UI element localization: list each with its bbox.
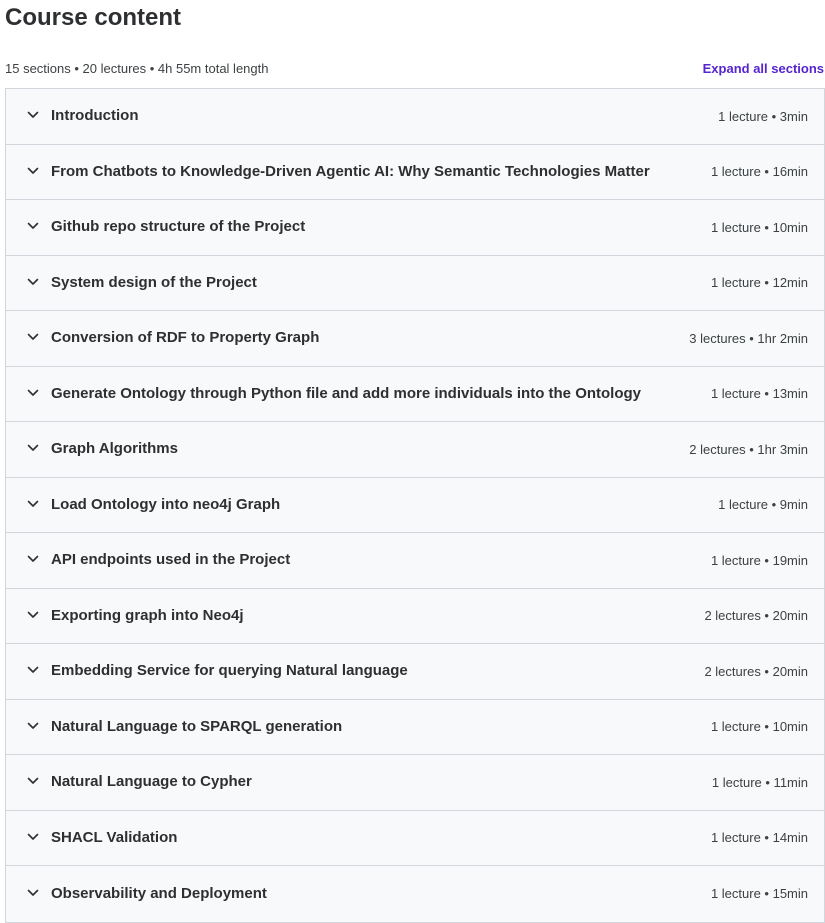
section-meta: 1 lecture • 10min bbox=[710, 219, 808, 235]
section-row[interactable]: SHACL Validation 1 lecture • 14min bbox=[6, 811, 824, 866]
section-title: Generate Ontology through Python file an… bbox=[51, 384, 642, 402]
course-content-panel: Course content 15 sections • 20 lectures… bbox=[0, 0, 825, 923]
chevron-down-icon bbox=[26, 164, 40, 178]
section-meta: 1 lecture • 16min bbox=[710, 164, 808, 180]
section-title: Github repo structure of the Project bbox=[51, 218, 306, 236]
chevron-down-icon bbox=[26, 330, 40, 344]
section-meta: 3 lectures • 1hr 2min bbox=[689, 330, 808, 346]
section-meta: 2 lectures • 20min bbox=[704, 608, 808, 624]
section-row[interactable]: Github repo structure of the Project 1 le… bbox=[6, 200, 824, 256]
section-meta: 1 lecture • 12min bbox=[710, 275, 808, 291]
chevron-down-icon bbox=[26, 608, 40, 622]
course-summary-bar: 15 sections • 20 lectures • 4h 55m total… bbox=[5, 58, 825, 78]
section-meta: 1 lecture • 13min bbox=[710, 386, 808, 402]
section-row[interactable]: API endpoints used in the Project 1 lectu… bbox=[6, 533, 824, 589]
section-meta: 1 lecture • 11min bbox=[711, 774, 808, 790]
chevron-down-icon bbox=[26, 830, 40, 844]
section-row[interactable]: Introduction 1 lecture • 3min bbox=[6, 89, 824, 145]
chevron-down-icon bbox=[26, 497, 40, 511]
section-row[interactable]: Load Ontology into neo4j Graph 1 lecture … bbox=[6, 478, 824, 533]
section-title: Observability and Deployment bbox=[51, 884, 267, 902]
sections-list: Introduction 1 lecture • 3min From Chatbo… bbox=[5, 88, 825, 923]
section-row[interactable]: Observability and Deployment 1 lecture • … bbox=[6, 866, 824, 922]
chevron-down-icon bbox=[26, 663, 40, 677]
section-meta: 1 lecture • 3min bbox=[718, 108, 808, 124]
chevron-down-icon bbox=[26, 441, 40, 455]
section-row[interactable]: From Chatbots to Knowledge-Driven Agenti… bbox=[6, 145, 824, 200]
expand-all-sections-button[interactable]: Expand all sections bbox=[703, 61, 825, 76]
page-title: Course content bbox=[5, 4, 182, 31]
chevron-down-icon bbox=[26, 886, 40, 900]
section-meta: 1 lecture • 9min bbox=[718, 497, 808, 513]
section-title: API endpoints used in the Project bbox=[51, 551, 291, 569]
section-title: From Chatbots to Knowledge-Driven Agenti… bbox=[51, 162, 650, 180]
section-row[interactable]: Natural Language to SPARQL generation 1 l… bbox=[6, 700, 824, 755]
section-meta: 2 lectures • 20min bbox=[704, 663, 808, 679]
section-title: Graph Algorithms bbox=[51, 440, 178, 458]
course-summary: 15 sections • 20 lectures • 4h 55m total… bbox=[5, 60, 269, 76]
section-title: SHACL Validation bbox=[51, 828, 178, 846]
chevron-down-icon bbox=[26, 386, 40, 400]
section-title: Exporting graph into Neo4j bbox=[51, 606, 244, 624]
section-row[interactable]: Graph Algorithms 2 lectures • 1hr 3min bbox=[6, 422, 824, 478]
section-row[interactable]: Embedding Service for querying Natural l… bbox=[6, 644, 824, 700]
section-title: Introduction bbox=[51, 107, 139, 125]
chevron-down-icon bbox=[26, 108, 40, 122]
chevron-down-icon bbox=[26, 774, 40, 788]
section-meta: 1 lecture • 10min bbox=[710, 719, 808, 735]
section-title: Natural Language to SPARQL generation bbox=[51, 717, 343, 735]
section-meta: 2 lectures • 1hr 3min bbox=[689, 441, 808, 457]
section-title: Embedding Service for querying Natural l… bbox=[51, 662, 408, 680]
section-title: Natural Language to Cypher bbox=[51, 773, 252, 791]
section-row[interactable]: System design of the Project 1 lecture • … bbox=[6, 256, 824, 311]
chevron-down-icon bbox=[26, 275, 40, 289]
section-row[interactable]: Natural Language to Cypher 1 lecture • 11… bbox=[6, 755, 824, 811]
section-meta: 1 lecture • 15min bbox=[710, 886, 808, 902]
section-title: Conversion of RDF to Property Graph bbox=[51, 329, 320, 347]
section-meta: 1 lecture • 14min bbox=[710, 830, 808, 846]
chevron-down-icon bbox=[26, 552, 40, 566]
section-row[interactable]: Exporting graph into Neo4j 2 lectures • 2… bbox=[6, 589, 824, 644]
section-title: System design of the Project bbox=[51, 273, 257, 291]
chevron-down-icon bbox=[26, 719, 40, 733]
section-row[interactable]: Conversion of RDF to Property Graph 3 lec… bbox=[6, 311, 824, 367]
section-meta: 1 lecture • 19min bbox=[710, 552, 808, 568]
chevron-down-icon bbox=[26, 219, 40, 233]
section-title: Load Ontology into neo4j Graph bbox=[51, 495, 281, 513]
section-row[interactable]: Generate Ontology through Python file an… bbox=[6, 367, 824, 422]
